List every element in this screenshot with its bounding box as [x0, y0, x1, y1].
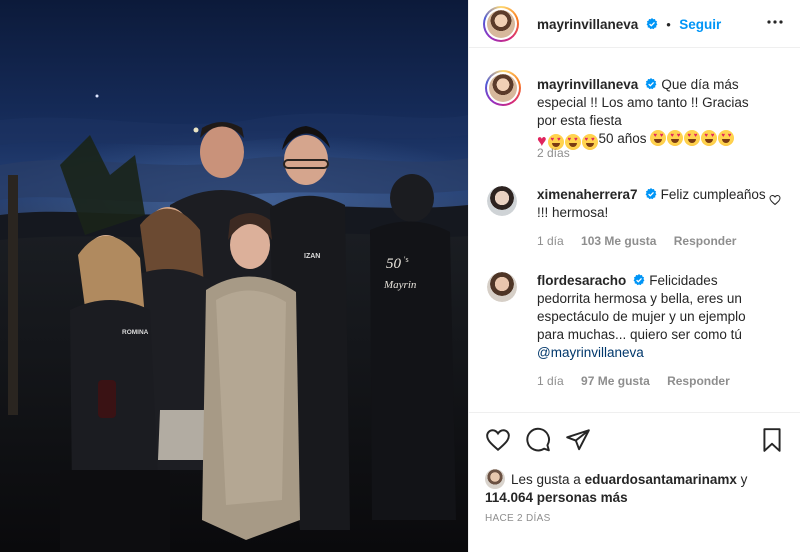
- post-photo[interactable]: 50 's Mayrin IZAN ROMINA: [0, 0, 468, 552]
- svg-text:50: 50: [386, 256, 402, 272]
- comment-time[interactable]: 1 día: [537, 234, 564, 248]
- reply-button[interactable]: Responder: [667, 374, 730, 388]
- emoji-group-2: [650, 130, 735, 146]
- liker-username[interactable]: eduardosantamarinamx: [585, 472, 737, 487]
- comment-item: flordesaracho Felicidades pedorrita herm…: [485, 272, 785, 392]
- svg-text:ROMINA: ROMINA: [122, 329, 149, 336]
- separator-dot: •: [666, 17, 671, 32]
- likes-prefix: Les gusta a: [511, 472, 581, 487]
- caption: mayrinvillaneva Que día más especial !! …: [485, 70, 785, 160]
- svg-text:'s: 's: [404, 255, 409, 264]
- heart-eyes-emoji-icon: [718, 130, 735, 146]
- post-actions: Les gusta a eduardosantamarinamx y 114.0…: [469, 412, 800, 552]
- more-options-icon[interactable]: [767, 14, 783, 30]
- caption-meta: 2 días: [537, 146, 584, 160]
- comment-text: ximenaherrera7 Feliz cumpleaños !!! herm…: [537, 186, 769, 222]
- commenter-avatar[interactable]: [487, 272, 517, 302]
- verified-badge-icon: [646, 18, 658, 30]
- comment-likes-count[interactable]: 103 Me gusta: [581, 234, 656, 248]
- family-photo-illustration: 50 's Mayrin IZAN ROMINA: [0, 94, 468, 552]
- comment-icon[interactable]: [525, 427, 551, 453]
- paper-plane-icon[interactable]: [565, 427, 591, 453]
- post-side-panel: mayrinvillaneva • Seguir mayrinvillaneva…: [468, 0, 800, 552]
- heart-eyes-emoji-icon: [684, 130, 701, 146]
- comment-time[interactable]: 1 día: [537, 374, 564, 388]
- comment-meta: 1 día 103 Me gusta Responder: [537, 234, 750, 248]
- caption-username[interactable]: mayrinvillaneva: [537, 77, 638, 92]
- caption-50-anos: 50 años: [598, 131, 647, 146]
- comment-item: ximenaherrera7 Feliz cumpleaños !!! herm…: [485, 186, 785, 256]
- header-user-line: mayrinvillaneva • Seguir: [537, 16, 721, 34]
- caption-time[interactable]: 2 días: [537, 146, 570, 160]
- author-avatar[interactable]: [483, 6, 519, 42]
- reply-button[interactable]: Responder: [674, 234, 737, 248]
- author-username[interactable]: mayrinvillaneva: [537, 17, 638, 32]
- comment-text: flordesaracho Felicidades pedorrita herm…: [537, 272, 769, 362]
- comment-username[interactable]: ximenaherrera7: [537, 187, 638, 202]
- verified-badge-icon: [645, 188, 656, 200]
- verified-badge-icon: [645, 78, 657, 90]
- heart-eyes-emoji-icon: [701, 130, 718, 146]
- caption-avatar[interactable]: [485, 70, 521, 106]
- comment-username[interactable]: flordesaracho: [537, 273, 626, 288]
- heart-eyes-emoji-icon: [667, 130, 684, 146]
- caption-text: mayrinvillaneva Que día más especial !! …: [537, 76, 769, 150]
- post-timestamp[interactable]: HACE 2 DÍAS: [485, 513, 551, 524]
- svg-text:Mayrin: Mayrin: [383, 279, 417, 291]
- heart-eyes-emoji-icon: [581, 134, 598, 150]
- likes-count[interactable]: 114.064 personas más: [485, 490, 628, 505]
- svg-text:IZAN: IZAN: [304, 253, 320, 260]
- comment-meta: 1 día 97 Me gusta Responder: [537, 374, 744, 388]
- heart-icon[interactable]: [485, 427, 511, 453]
- follow-button[interactable]: Seguir: [679, 17, 721, 32]
- verified-badge-icon: [633, 274, 645, 286]
- heart-eyes-emoji-icon: [650, 130, 667, 146]
- liker-avatar[interactable]: [485, 469, 505, 489]
- commenter-avatar[interactable]: [487, 186, 517, 216]
- mention-link[interactable]: @mayrinvillaneva: [537, 345, 644, 360]
- likes-joiner: y: [740, 472, 748, 487]
- comment-like-heart-icon[interactable]: [769, 194, 781, 206]
- comment-likes-count[interactable]: 97 Me gusta: [581, 374, 650, 388]
- bookmark-icon[interactable]: [759, 427, 785, 453]
- post-header: mayrinvillaneva • Seguir: [469, 0, 800, 48]
- likes-summary: Les gusta a eduardosantamarinamx y 114.0…: [485, 469, 785, 507]
